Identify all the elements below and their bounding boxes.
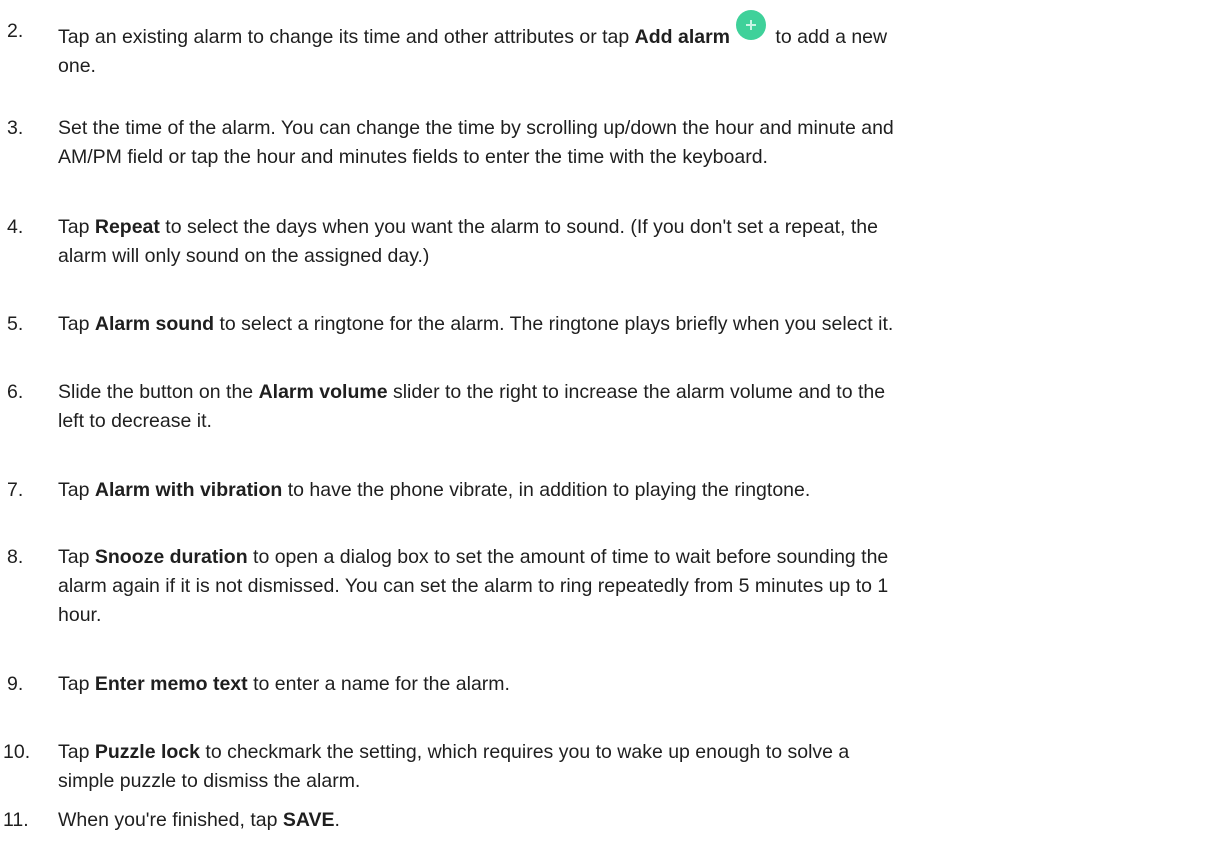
step-text-part: Tap	[58, 673, 95, 695]
step-keyword: SAVE	[282, 809, 335, 831]
step-text: Tap Enter memo text to enter a name for …	[58, 670, 1198, 699]
step-text-part: to checkmark the setting, which requires…	[199, 741, 850, 763]
step-text: Tap Puzzle lock to checkmark the setting…	[58, 738, 1198, 796]
step-text-part: Tap	[58, 546, 95, 568]
step-number: 11.	[3, 809, 29, 831]
step-text-part: to have the phone vibrate, in addition t…	[282, 479, 811, 501]
step-number: 2.	[7, 20, 24, 42]
step-text-part: alarm again if it is not dismissed. You …	[58, 575, 889, 597]
step-text-part: Tap	[58, 216, 95, 238]
step-number: 4.	[7, 216, 24, 238]
step-text-part: to select the days when you want the ala…	[159, 216, 878, 238]
step-text: Tap Repeat to select the days when you w…	[58, 213, 1198, 271]
step-text: Tap Snooze duration to open a dialog box…	[58, 543, 1198, 630]
step-keyword: Alarm volume	[258, 381, 388, 403]
step-text-part: to add a new	[770, 26, 888, 48]
step-number: 3.	[7, 117, 24, 139]
add-circle-icon	[736, 10, 767, 40]
step-keyword: Add alarm	[634, 26, 731, 48]
step-text-part: Tap	[58, 479, 95, 501]
step-text: Tap Alarm sound to select a ringtone for…	[58, 310, 1198, 339]
step-text: Tap an existing alarm to change its time…	[58, 10, 1198, 81]
step-text-part: AM/PM field or tap the hour and minutes …	[58, 146, 768, 168]
step-text: When you're finished, tap SAVE.	[58, 806, 1198, 835]
step-text-part: simple puzzle to dismiss the alarm.	[58, 770, 361, 792]
step-text-part: Tap an existing alarm to change its time…	[58, 26, 635, 48]
step-text-part: alarm will only sound on the assigned da…	[58, 245, 430, 267]
step-keyword: Enter memo text	[94, 673, 248, 695]
step-number: 8.	[7, 546, 24, 568]
step-text-part: hour.	[58, 604, 102, 626]
step-keyword: Puzzle lock	[94, 741, 200, 763]
step-keyword: Repeat	[94, 216, 160, 238]
step-text-part: slider to the right to increase the alar…	[387, 381, 886, 403]
step-text-part: to enter a name for the alarm.	[247, 673, 510, 695]
step-text-part: one.	[58, 55, 96, 77]
step-number: 9.	[7, 673, 24, 695]
step-text-part: Set the time of the alarm. You can chang…	[58, 117, 894, 139]
step-keyword: Snooze duration	[94, 546, 248, 568]
step-text: Slide the button on the Alarm volume sli…	[58, 378, 1198, 436]
step-keyword: Alarm sound	[94, 313, 215, 335]
step-number: 6.	[7, 381, 24, 403]
step-text-part: Slide the button on the	[58, 381, 259, 403]
step-number: 10.	[3, 741, 31, 763]
step-keyword: Alarm with vibration	[94, 479, 283, 501]
step-text: Tap Alarm with vibration to have the pho…	[58, 476, 1198, 505]
step-text-part: left to decrease it.	[58, 410, 212, 432]
step-text-part: When you're finished, tap	[58, 809, 283, 831]
step-text-part: Tap	[58, 313, 95, 335]
step-number: 5.	[7, 313, 24, 335]
instruction-list: 2. Tap an existing alarm to change its t…	[0, 0, 1215, 847]
step-text-part: to open a dialog box to set the amount o…	[247, 546, 889, 568]
step-text: Set the time of the alarm. You can chang…	[58, 114, 1198, 172]
step-text-part: to select a ringtone for the alarm. The …	[214, 313, 894, 335]
step-text-part: .	[334, 809, 340, 831]
step-text-part: Tap	[58, 741, 95, 763]
step-number: 7.	[7, 479, 24, 501]
